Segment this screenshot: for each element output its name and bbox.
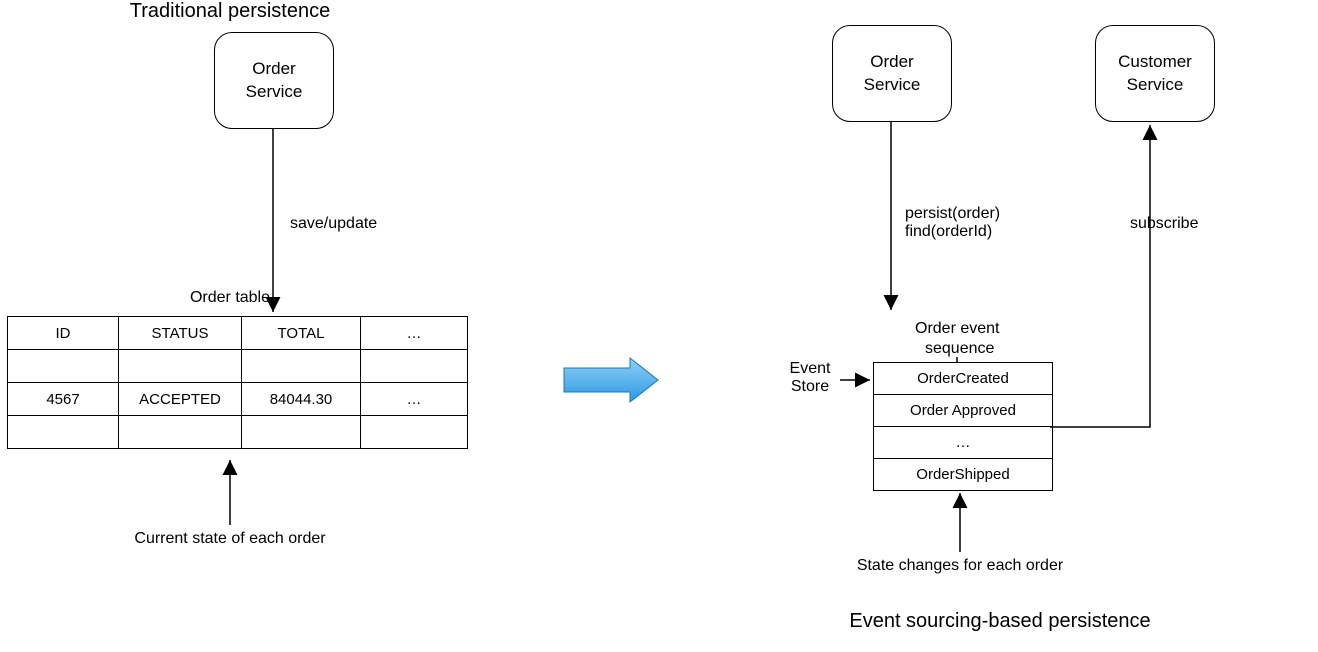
arrows-right xyxy=(0,0,1318,652)
